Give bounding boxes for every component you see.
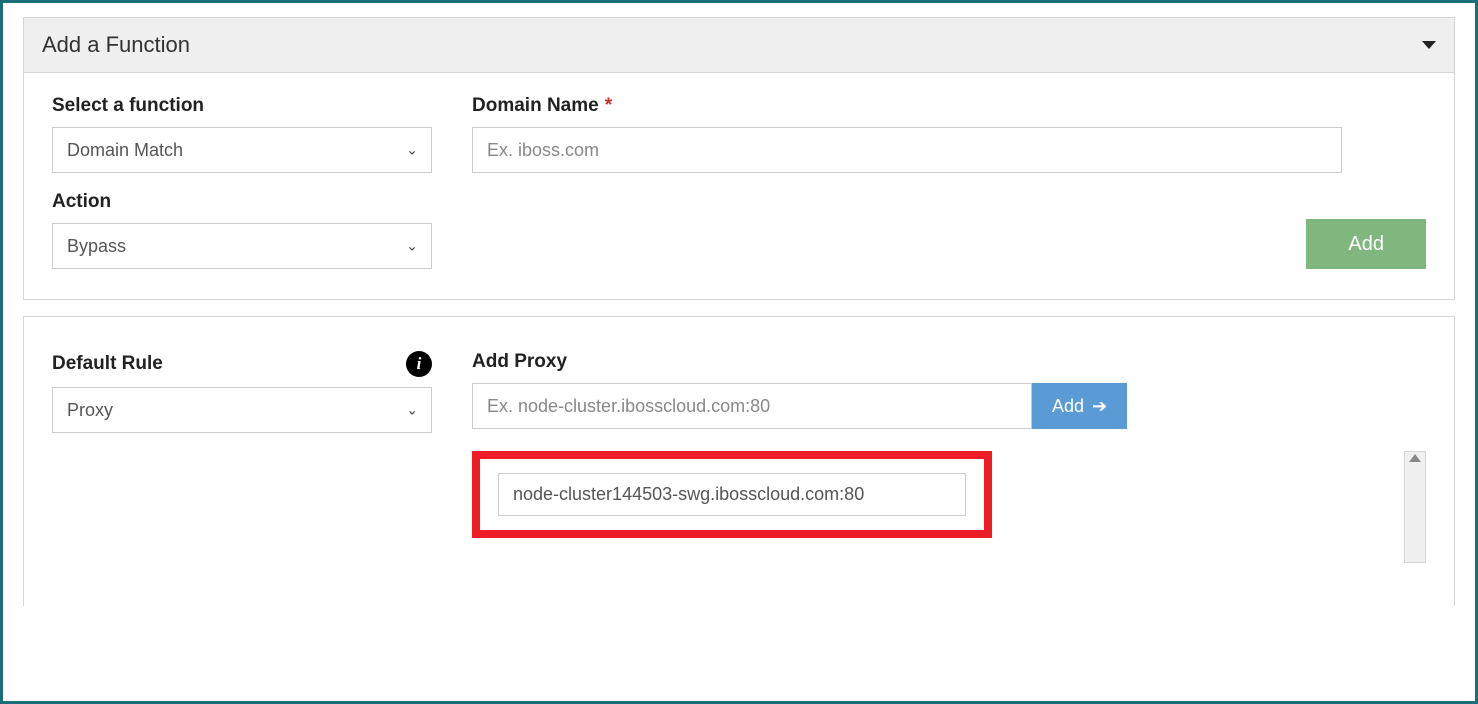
panel-title: Add a Function (42, 32, 190, 58)
default-rule-label: Default Rule (52, 353, 163, 375)
proxy-panel-body: Default Rule i Proxy ⌄ Add Proxy (24, 317, 1454, 563)
highlight-annotation: node-cluster144503-swg.ibosscloud.com:80 (472, 451, 992, 538)
caret-down-icon (1422, 41, 1436, 49)
action-dropdown[interactable]: Bypass (52, 223, 432, 269)
required-star-icon: * (605, 95, 612, 117)
add-function-body: Select a function Domain Match ⌄ Domain … (24, 73, 1454, 299)
scrollbar[interactable] (1404, 451, 1426, 563)
domain-name-label: Domain Name * (472, 95, 1342, 117)
add-proxy-input[interactable] (472, 383, 1032, 429)
add-proxy-label: Add Proxy (472, 351, 1426, 373)
proxy-panel: Default Rule i Proxy ⌄ Add Proxy (23, 316, 1455, 606)
add-function-header[interactable]: Add a Function (24, 18, 1454, 73)
action-label: Action (52, 191, 432, 213)
scroll-up-icon (1409, 454, 1421, 462)
arrow-right-icon: ➔ (1092, 396, 1107, 417)
select-function-dropdown[interactable]: Domain Match (52, 127, 432, 173)
add-function-button[interactable]: Add (1306, 219, 1426, 269)
select-function-label: Select a function (52, 95, 432, 117)
domain-name-input[interactable] (472, 127, 1342, 173)
proxy-list-item[interactable]: node-cluster144503-swg.ibosscloud.com:80 (498, 473, 966, 516)
add-proxy-button[interactable]: Add ➔ (1032, 383, 1127, 429)
info-icon: i (406, 351, 432, 377)
add-function-panel: Add a Function Select a function Domain … (23, 17, 1455, 300)
default-rule-dropdown[interactable]: Proxy (52, 387, 432, 433)
